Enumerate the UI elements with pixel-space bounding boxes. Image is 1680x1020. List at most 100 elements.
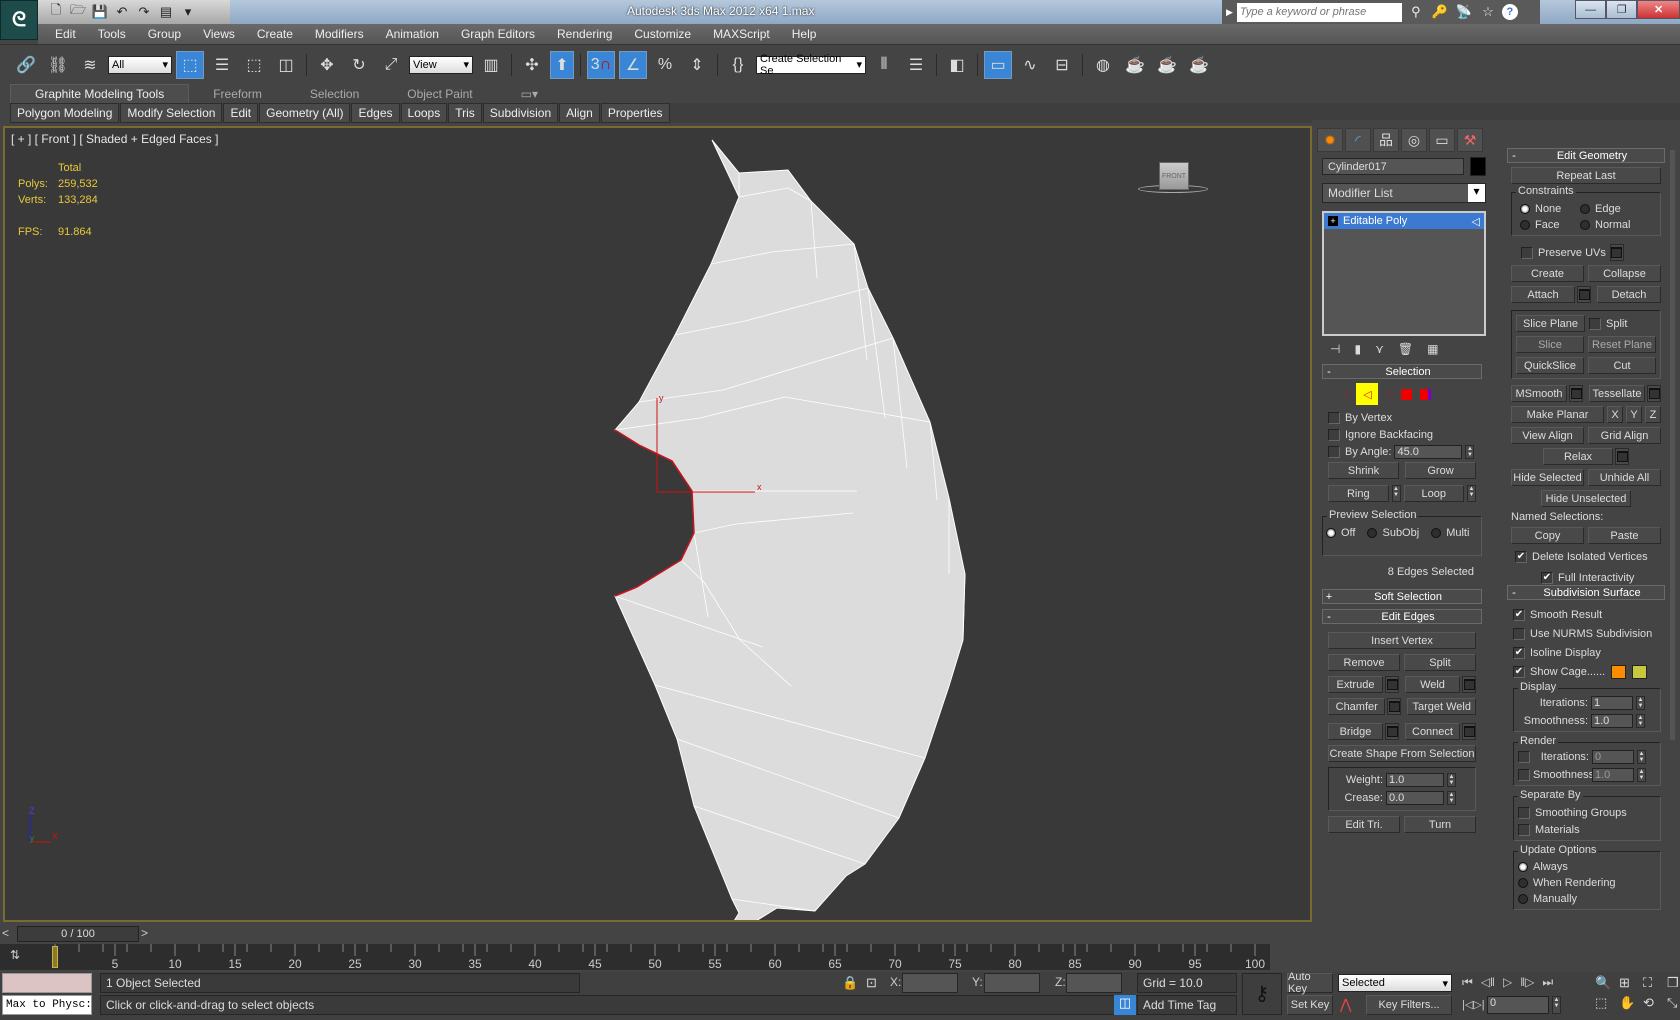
create-shape-button[interactable]: Create Shape From Selection [1328,745,1476,762]
grid-align-button[interactable]: Grid Align [1588,427,1661,444]
menu-graph-editors[interactable]: Graph Editors [450,27,546,41]
stack-item-editable-poly[interactable]: + Editable Poly ◁ [1324,213,1484,229]
set-key-button[interactable]: Set Key [1287,995,1333,1015]
zoom-extents-all-icon[interactable]: ❒ [1667,975,1680,991]
expand-arrow-icon[interactable]: ▶ [1226,7,1233,18]
x-coord-field[interactable] [902,973,958,993]
hide-selected-button[interactable]: Hide Selected [1511,469,1584,486]
reset-plane-button[interactable]: Reset Plane [1588,336,1656,353]
unlink-icon[interactable]: ⛓ [44,51,72,79]
select-and-link-icon[interactable]: 🔗 [12,51,40,79]
extrude-button[interactable]: Extrude [1328,676,1383,693]
create-button[interactable]: Create [1511,265,1584,282]
snaps-toggle-icon[interactable]: 3 ∩ [587,50,615,79]
star-icon[interactable]: ☆ [1478,4,1498,20]
polygon-mode-icon[interactable] [1401,388,1412,400]
orbit-icon[interactable]: ⟲ [1643,995,1663,1011]
render-smoothness-spinner[interactable]: Smoothness: 1.0 ▲ ▼ [1518,768,1660,782]
preview-off-radio[interactable]: Off [1326,525,1355,541]
new-file-icon[interactable]: 🗋 [46,2,66,22]
undo-icon[interactable]: ↶ [112,2,132,22]
pin-stack-icon[interactable]: ⊣ [1330,342,1340,356]
go-to-start-icon[interactable]: ⏮ [1462,975,1473,990]
select-by-name-icon[interactable]: ☰ [208,51,236,79]
modify-tab-icon[interactable]: ◜ [1345,128,1371,152]
object-name-field[interactable]: Cylinder017 [1322,158,1464,175]
connect-settings-button[interactable] [1462,723,1476,740]
ring-button[interactable]: Ring [1328,485,1389,502]
slice-plane-button[interactable]: Slice Plane [1516,315,1585,332]
copy-button[interactable]: Copy [1511,527,1584,544]
rotate-icon[interactable]: ↻ [345,51,373,79]
by-vertex-checkbox[interactable]: By Vertex [1328,409,1482,426]
pivot-center-icon[interactable]: ▥ [477,51,505,79]
keyboard-shortcut-override-icon[interactable]: ⬆ [550,50,574,79]
shrink-button[interactable]: Shrink [1328,462,1399,479]
isoline-display-checkbox[interactable]: ✔ Isoline Display [1513,644,1661,661]
current-frame-spinner[interactable]: 0 ▲ ▼ [1487,996,1561,1014]
next-key-icon[interactable]: ‖▷ [1520,975,1534,990]
curve-editor-icon[interactable]: ∿ [1016,51,1044,79]
prev-frame-button[interactable]: < [2,926,16,942]
menu-group[interactable]: Group [137,27,192,41]
element-mode-icon[interactable] [1420,388,1431,400]
add-time-tag-button[interactable]: Add Time Tag [1137,995,1237,1015]
display-iterations-spinner[interactable]: Iterations: 1 ▲ ▼ [1522,696,1660,710]
tab-graphite-modeling-tools[interactable]: Graphite Modeling Tools [10,84,190,103]
materials-checkbox[interactable]: Materials [1518,821,1660,838]
maxscript-listener-mini[interactable] [2,973,92,993]
menu-edit[interactable]: Edit [44,27,87,41]
menu-modifiers[interactable]: Modifiers [304,27,375,41]
adaptive-degradation-icon[interactable]: ◫ [1114,995,1136,1015]
minimize-button[interactable]: — [1575,0,1607,19]
scale-icon[interactable]: ⤢ [377,51,405,79]
attach-button[interactable]: Attach [1511,286,1575,303]
move-icon[interactable]: ✥ [313,51,341,79]
spinner-snap-icon[interactable]: ⇕ [683,51,711,79]
smooth-result-checkbox[interactable]: ✔ Smooth Result [1513,606,1661,623]
expand-plus-icon[interactable]: + [1328,216,1338,226]
motion-tab-icon[interactable]: ◎ [1401,128,1427,152]
maxscript-input[interactable]: Max to Physc: [2,995,92,1015]
weight-spinner[interactable]: Weight: 1.0 ▲ ▼ [1339,773,1475,787]
angle-snap-icon[interactable]: ∠ [619,50,647,79]
bind-space-warp-icon[interactable]: ≋ [76,51,104,79]
cut-button[interactable]: Cut [1588,357,1656,374]
selection-filter-dropdown[interactable]: All ▾ [108,55,172,74]
absolute-mode-icon[interactable]: ⊡ [866,975,877,991]
front-viewport[interactable]: [ + ] [ Front ] [ Shaded + Edged Faces ]… [3,126,1312,922]
bridge-button[interactable]: Bridge [1328,723,1383,740]
menu-create[interactable]: Create [246,27,304,41]
target-weld-button[interactable]: Target Weld [1407,698,1476,715]
preserve-uvs-settings-button[interactable] [1609,244,1624,261]
open-file-icon[interactable]: 🗁 [68,2,88,22]
weld-settings-button[interactable] [1462,676,1476,693]
menu-tools[interactable]: Tools [87,27,137,41]
selection-rollout-header[interactable]: - Selection [1322,364,1482,379]
crease-spinner[interactable]: Crease: 0.0 ▲ ▼ [1339,791,1475,805]
edit-tri-button[interactable]: Edit Tri. [1328,816,1400,833]
tab-selection[interactable]: Selection [286,85,383,103]
create-tab-icon[interactable]: ✹ [1317,128,1343,152]
loop-spinner[interactable]: ▲ ▼ [1467,485,1476,502]
timeline-track[interactable]: ⇅ 05101520253035404550556065707580859095… [0,944,1270,970]
menu-customize[interactable]: Customize [623,27,702,41]
show-cage-checkbox[interactable]: ✔ Show Cage...... [1513,663,1605,680]
render-production-icon[interactable]: ☕ [1185,51,1213,79]
constraint-none-radio[interactable]: None [1520,201,1580,217]
pan-icon[interactable]: ✋ [1619,995,1639,1011]
panel-properties[interactable]: Properties [600,103,670,123]
chamfer-button[interactable]: Chamfer [1328,698,1386,715]
window-crossing-icon[interactable]: ◫ [272,51,300,79]
object-color-swatch[interactable] [1470,157,1486,176]
edit-edges-header[interactable]: - Edit Edges [1322,609,1482,624]
connect-button[interactable]: Connect [1405,723,1460,740]
smoothing-groups-checkbox[interactable]: Smoothing Groups [1518,804,1660,821]
schematic-view-icon[interactable]: ⊟ [1048,51,1076,79]
mirror-icon[interactable]: ⫴ [870,51,898,79]
key-icon[interactable]: 🔑 [1430,4,1450,20]
detach-button[interactable]: Detach [1597,286,1661,303]
redo-icon[interactable]: ↷ [134,2,154,22]
subdivision-surface-header[interactable]: - Subdivision Surface [1507,585,1665,600]
qat-dropdown-icon[interactable]: ▾ [178,2,198,22]
